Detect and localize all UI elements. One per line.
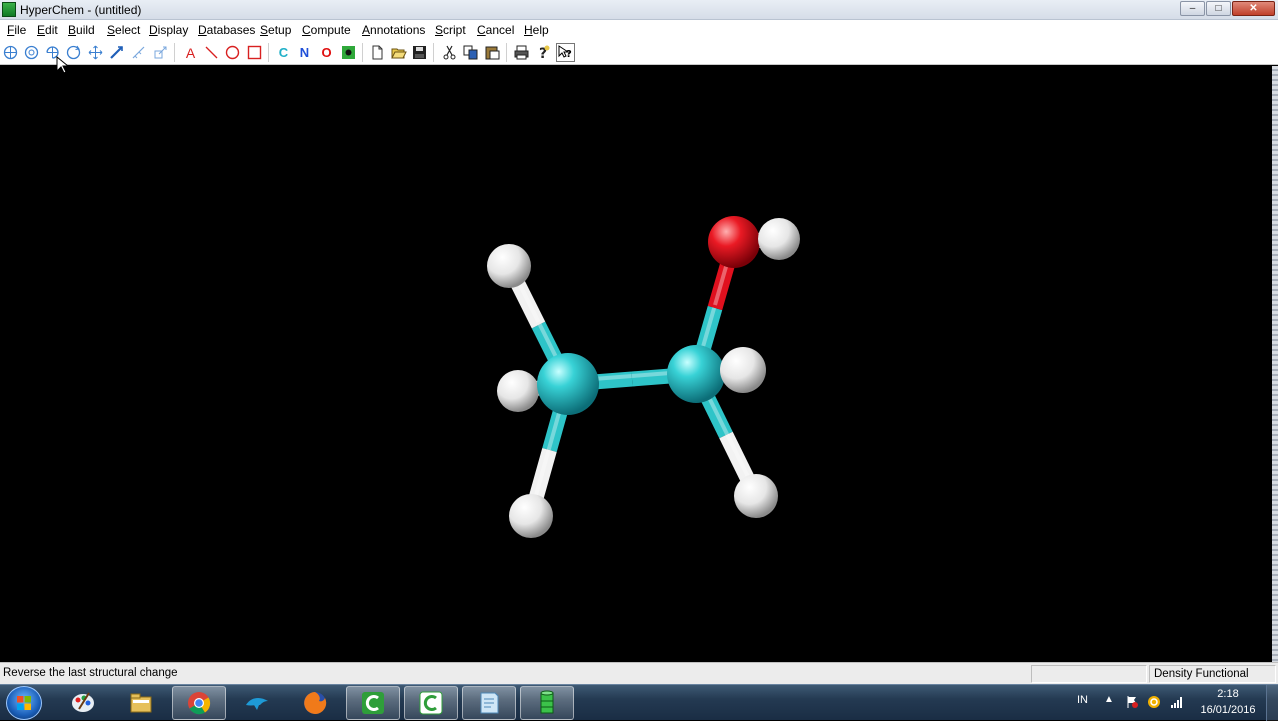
hyperchem-app-icon[interactable]	[2, 2, 16, 17]
menu-annotations[interactable]: Annotations	[362, 23, 425, 37]
menu-bar: File Edit Build Select Display Databases…	[0, 20, 1278, 40]
hyperchem-window: HyperChem - (untitled) – □ ✕ File Edit B…	[0, 0, 1278, 721]
nitrogen-element-button[interactable]: N	[295, 43, 314, 62]
atom-H3[interactable]	[509, 494, 553, 538]
menu-help[interactable]: Help	[524, 23, 549, 37]
windows-logo-icon	[17, 696, 31, 710]
start-button[interactable]	[6, 686, 42, 720]
atom-H4[interactable]	[758, 218, 800, 260]
menu-compute[interactable]: Compute	[302, 23, 351, 37]
menu-setup[interactable]: Setup	[260, 23, 291, 37]
select-tool-icon[interactable]	[22, 43, 41, 62]
carbon-element-button[interactable]: C	[274, 43, 293, 62]
molecule-canvas[interactable]	[0, 66, 1272, 662]
toolbar-separator	[362, 43, 363, 62]
maximize-button[interactable]: □	[1206, 1, 1231, 16]
taskbar: IN ▲ 2:18 16/01/2016	[0, 684, 1278, 721]
clock-date[interactable]: 16/01/2016	[1198, 704, 1258, 716]
network-signal-icon[interactable]	[1170, 695, 1184, 709]
status-pane	[1031, 665, 1147, 683]
close-button[interactable]: ✕	[1232, 1, 1275, 16]
print-icon[interactable]	[512, 43, 531, 62]
toolbar-separator	[268, 43, 269, 62]
menu-cancel[interactable]: Cancel	[477, 23, 514, 37]
vertical-scrollbar[interactable]	[1272, 66, 1278, 662]
taskbar-firefox-icon[interactable]	[288, 686, 342, 720]
taskbar-hyperchem-icon[interactable]	[520, 686, 574, 720]
status-pane-method: Density Functional	[1149, 665, 1276, 683]
title-bar[interactable]: HyperChem - (untitled) – □ ✕	[0, 0, 1278, 20]
carbon-symbol: C	[278, 45, 289, 60]
copy-icon[interactable]	[461, 43, 480, 62]
oxygen-element-button[interactable]: O	[317, 43, 336, 62]
taskbar-notepad-icon[interactable]	[462, 686, 516, 720]
paste-icon[interactable]	[483, 43, 502, 62]
ellipse-annotation-icon[interactable]	[223, 43, 242, 62]
status-message: Reverse the last structural change	[3, 667, 178, 679]
oxygen-symbol: O	[321, 45, 332, 60]
atom-H5[interactable]	[720, 347, 766, 393]
menu-display[interactable]: Display	[149, 23, 188, 37]
atom-O1[interactable]	[708, 216, 760, 268]
svg-text:?: ?	[566, 49, 572, 60]
periodic-table-icon[interactable]	[339, 43, 358, 62]
taskbar-camtasia-recorder-icon[interactable]	[404, 686, 458, 720]
atom-H6[interactable]	[734, 474, 778, 518]
action-center-flag-icon[interactable]	[1125, 695, 1139, 709]
mouse-cursor-icon	[56, 56, 68, 74]
window-title: HyperChem - (untitled)	[20, 3, 142, 17]
open-file-icon[interactable]	[389, 43, 408, 62]
atom-C2[interactable]	[667, 345, 725, 403]
minimize-button[interactable]: –	[1180, 1, 1205, 16]
context-help-icon[interactable]: ?	[556, 43, 575, 62]
calculation-method: Density Functional	[1154, 668, 1249, 680]
menu-build[interactable]: Build	[68, 23, 95, 37]
taskbar-chrome-icon[interactable]	[172, 686, 226, 720]
show-desktop-button[interactable]	[1266, 685, 1278, 721]
taskbar-paint-icon[interactable]	[56, 686, 110, 720]
input-language[interactable]: IN	[1077, 694, 1088, 706]
molecule-workspace[interactable]	[0, 66, 1272, 662]
atom-H2[interactable]	[497, 370, 539, 412]
show-hidden-icons-button[interactable]: ▲	[1104, 694, 1114, 705]
z-clip-icon[interactable]	[151, 43, 170, 62]
text-annotation-glyph: A	[185, 44, 196, 61]
atom-H1[interactable]	[487, 244, 531, 288]
text-annotation-icon[interactable]: A	[181, 43, 200, 62]
help-icon[interactable]: ?	[534, 43, 553, 62]
menu-edit[interactable]: Edit	[37, 23, 58, 37]
taskbar-explorer-icon[interactable]	[114, 686, 168, 720]
menu-databases[interactable]: Databases	[198, 23, 255, 37]
taskbar-dolphin-icon[interactable]	[230, 686, 284, 720]
toolbar-separator	[506, 43, 507, 62]
z-translate-icon[interactable]	[107, 43, 126, 62]
status-bar: Reverse the last structural change Densi…	[0, 662, 1278, 684]
nitrogen-symbol: N	[299, 45, 310, 60]
toolbar: A C N O ? ?	[0, 40, 1278, 65]
zoom-icon[interactable]	[129, 43, 148, 62]
draw-tool-icon[interactable]	[1, 43, 20, 62]
xy-translate-icon[interactable]	[86, 43, 105, 62]
atom-C1[interactable]	[537, 353, 599, 415]
menu-file[interactable]: File	[7, 23, 26, 37]
new-file-icon[interactable]	[368, 43, 387, 62]
cut-icon[interactable]	[440, 43, 459, 62]
norton-icon[interactable]	[1147, 695, 1161, 709]
rectangle-annotation-icon[interactable]	[245, 43, 264, 62]
toolbar-separator	[433, 43, 434, 62]
menu-script[interactable]: Script	[435, 23, 466, 37]
line-annotation-icon[interactable]	[202, 43, 221, 62]
save-file-icon[interactable]	[410, 43, 429, 62]
menu-select[interactable]: Select	[107, 23, 140, 37]
taskbar-camtasia-icon[interactable]	[346, 686, 400, 720]
toolbar-separator	[174, 43, 175, 62]
clock-time[interactable]: 2:18	[1216, 688, 1240, 700]
